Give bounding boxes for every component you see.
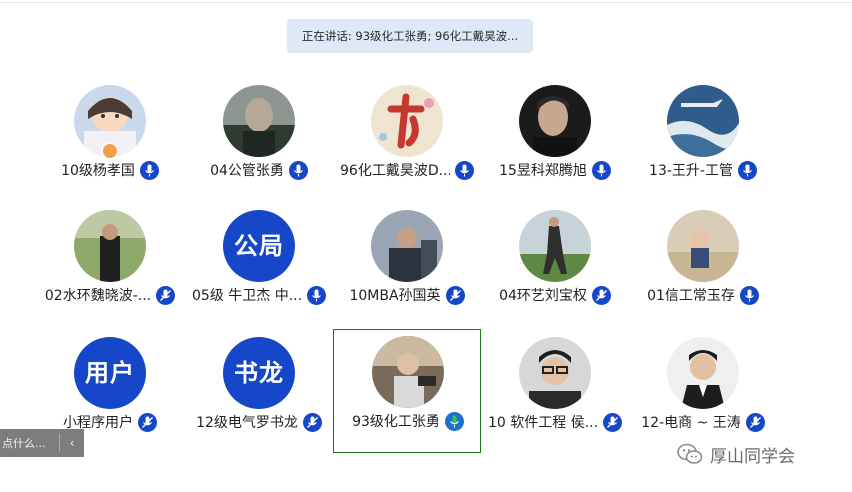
chevron-left-icon[interactable]: ‹ [60,436,84,450]
microphone-icon[interactable] [591,160,611,180]
participant-name: 10级杨孝国 [61,163,135,179]
participant-tile[interactable]: 13-王升-工管 [629,79,777,199]
avatar: 用户 [74,337,146,409]
chat-input-placeholder: 点什么... [2,437,46,450]
participant-tile[interactable]: 10级杨孝国 [36,79,184,199]
avatar [372,336,444,408]
avatar [519,210,591,282]
participant-tile[interactable]: 96化工戴昊波D... [333,79,481,199]
microphone-speaking-icon[interactable] [444,411,464,431]
wechat-icon [677,443,703,464]
avatar [371,85,443,157]
participant-name: 13-王升-工管 [649,163,733,179]
participant-name: 10 软件工程 侯... [488,415,598,431]
participant-tile[interactable]: 04公管张勇 [185,79,333,199]
microphone-icon[interactable] [288,160,308,180]
participant-tile[interactable]: 15昱科郑腾旭 [481,79,629,199]
participant-tile[interactable]: 01信工常玉存 [629,204,777,324]
microphone-icon[interactable] [139,160,159,180]
participant-tile[interactable]: 04环艺刘宝权 [481,204,629,324]
participant-tile[interactable]: 书龙 12级电气罗书龙 [185,331,333,451]
avatar [667,337,739,409]
avatar [667,210,739,282]
participant-name: 05级 牛卫杰 中... [192,288,302,304]
microphone-icon[interactable] [455,160,474,180]
microphone-muted-icon[interactable] [745,412,765,432]
participant-name: 96化工戴昊波D... [340,163,450,179]
avatar [667,85,739,157]
participant-name: 01信工常玉存 [647,288,735,304]
participant-name: 10MBA孙国英 [349,288,441,304]
microphone-icon[interactable] [307,285,326,305]
microphone-muted-icon[interactable] [156,285,176,305]
participant-name: 15昱科郑腾旭 [499,163,587,179]
microphone-icon[interactable] [739,285,759,305]
microphone-muted-icon[interactable] [603,412,622,432]
participant-tile[interactable]: 02水环魏晓波-... [36,204,184,324]
microphone-muted-icon[interactable] [138,412,157,432]
participant-name: 93级化工张勇 [352,414,440,430]
participant-tile-active-speaker[interactable]: 93级化工张勇 [333,329,481,453]
watermark: 厚山同学会 [676,440,795,468]
speaking-banner: 正在讲话: 93级化工张勇; 96化工戴昊波... [287,19,533,53]
avatar: 书龙 [223,337,295,409]
participant-name: 12-电商 ~ 王涛 [641,415,741,431]
participant-tile[interactable]: 10MBA孙国英 [333,204,481,324]
microphone-icon[interactable] [737,160,757,180]
avatar [74,210,146,282]
host-badge-icon [102,143,118,159]
avatar [371,210,443,282]
participant-tile[interactable]: 12-电商 ~ 王涛 [629,331,777,451]
microphone-muted-icon[interactable] [591,285,611,305]
avatar: 公局 [223,210,295,282]
avatar [519,337,591,409]
avatar [519,85,591,157]
participant-name: 12级电气罗书龙 [196,415,298,431]
participant-name: 04公管张勇 [210,163,284,179]
top-divider [0,2,852,3]
microphone-muted-icon[interactable] [302,412,322,432]
watermark-text: 厚山同学会 [710,446,795,467]
participant-name: 04环艺刘宝权 [499,288,587,304]
collapsed-chat-input[interactable]: 点什么... ‹ [0,429,84,457]
participant-tile[interactable]: 公局 05级 牛卫杰 中... [185,204,333,324]
participant-name: 02水环魏晓波-... [44,288,152,304]
avatar [223,85,295,157]
microphone-muted-icon[interactable] [445,285,465,305]
participant-tile[interactable]: 10 软件工程 侯... [481,331,629,451]
